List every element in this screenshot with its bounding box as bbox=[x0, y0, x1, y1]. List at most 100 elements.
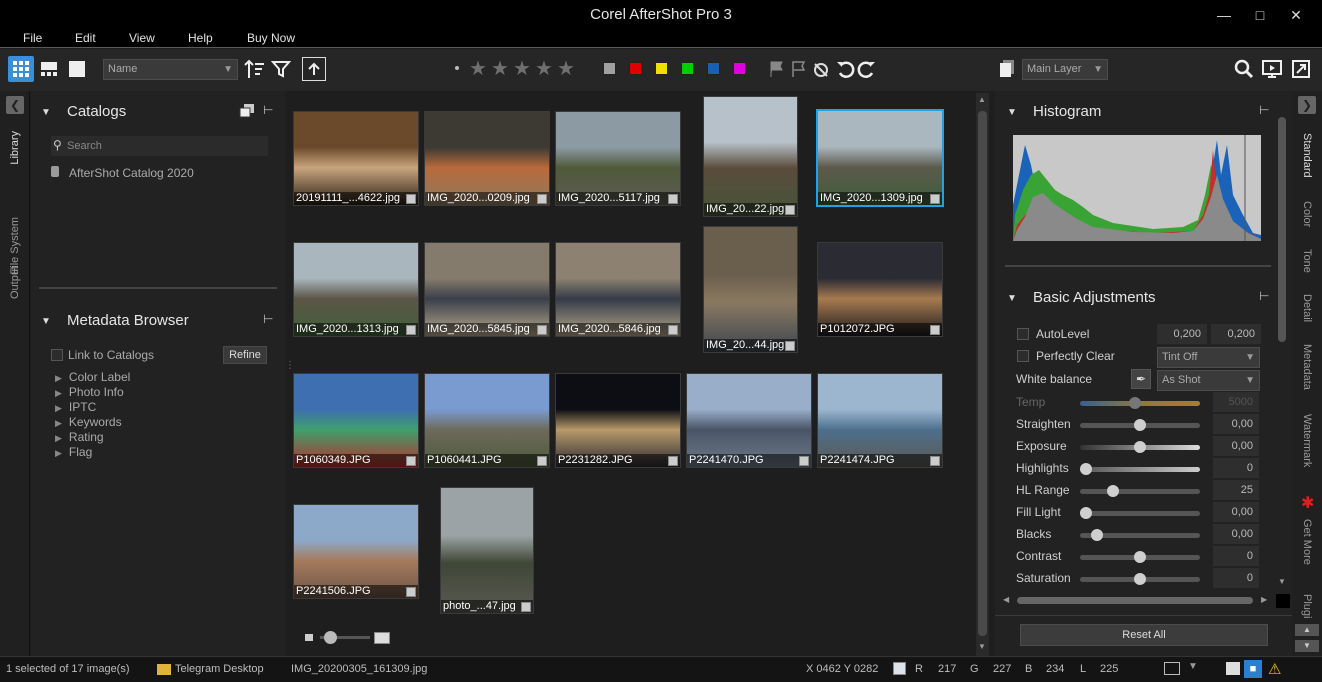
photo-thumbnail[interactable]: IMG_2020...5846.jpg bbox=[555, 242, 681, 337]
photo-thumbnail[interactable]: IMG_2020...0209.jpg bbox=[424, 111, 550, 206]
photo-thumbnail[interactable]: 20191111_...4622.jpg bbox=[293, 111, 419, 206]
scroll-up-icon[interactable]: ▲ bbox=[978, 95, 987, 105]
perfectly-clear-checkbox[interactable] bbox=[1017, 350, 1029, 362]
expand-arrow-icon[interactable]: ▶ bbox=[55, 433, 62, 443]
panel-scroll-thumb[interactable] bbox=[1278, 117, 1286, 342]
menu-view[interactable]: View bbox=[129, 30, 155, 47]
tab-detail[interactable]: Detail bbox=[1301, 294, 1313, 322]
photo-thumbnail[interactable]: IMG_20...22.jpg bbox=[703, 96, 798, 217]
adjust-value[interactable]: 0 bbox=[1213, 546, 1259, 566]
panel-divider[interactable] bbox=[39, 287, 277, 289]
adjust-slider[interactable] bbox=[1080, 573, 1200, 585]
minimize-icon[interactable]: — bbox=[1206, 0, 1242, 30]
tab-metadata[interactable]: Metadata bbox=[1301, 344, 1313, 390]
tint-select[interactable]: Tint Off ▼ bbox=[1157, 347, 1260, 368]
search-icon[interactable] bbox=[1231, 56, 1257, 82]
tab-scroll-up-icon[interactable]: ▲ bbox=[1295, 624, 1319, 636]
warning-icon[interactable]: ⚠ bbox=[1268, 660, 1281, 678]
single-view-icon[interactable] bbox=[64, 56, 90, 82]
color-label-green[interactable] bbox=[681, 62, 694, 75]
export-icon[interactable] bbox=[302, 57, 326, 81]
scroll-down-icon[interactable]: ▼ bbox=[1278, 577, 1286, 586]
chevron-down-icon[interactable]: ▼ bbox=[1188, 661, 1198, 672]
tab-color[interactable]: Color bbox=[1301, 201, 1313, 227]
adjust-value[interactable]: 0,00 bbox=[1213, 414, 1259, 434]
collapse-triangle-icon[interactable]: ▼ bbox=[1007, 107, 1017, 118]
adjust-slider[interactable] bbox=[1080, 419, 1200, 431]
current-folder[interactable]: Telegram Desktop bbox=[175, 663, 264, 675]
photo-thumbnail[interactable]: P2241470.JPG bbox=[686, 373, 812, 468]
tab-get-more[interactable]: Get More bbox=[1301, 519, 1313, 565]
tab-plugins[interactable]: Plugi bbox=[1301, 594, 1313, 618]
filter-icon[interactable] bbox=[268, 56, 294, 82]
scroll-left-icon[interactable]: ◀ bbox=[1003, 595, 1009, 604]
color-label-gray[interactable] bbox=[603, 62, 616, 75]
slider-knob[interactable] bbox=[1080, 463, 1092, 475]
sort-order-icon[interactable] bbox=[241, 56, 267, 82]
tab-output[interactable]: Output bbox=[9, 266, 21, 299]
eyedropper-icon[interactable]: ✒ bbox=[1131, 369, 1151, 389]
large-thumb-icon[interactable] bbox=[374, 632, 390, 644]
close-icon[interactable]: ✕ bbox=[1278, 0, 1314, 30]
adjust-slider[interactable] bbox=[1080, 463, 1200, 475]
adjust-value[interactable]: 0 bbox=[1213, 568, 1259, 588]
metadata-tree-item[interactable]: ▶ Flag bbox=[55, 445, 92, 459]
maximize-icon[interactable]: □ bbox=[1242, 0, 1278, 30]
photo-thumbnail[interactable]: IMG_2020...5117.jpg bbox=[555, 111, 681, 206]
expand-arrow-icon[interactable]: ▶ bbox=[55, 373, 62, 383]
adjust-value[interactable]: 0,00 bbox=[1213, 502, 1259, 522]
metadata-tree-item[interactable]: ▶ IPTC bbox=[55, 400, 96, 414]
adjust-value[interactable]: 0,00 bbox=[1213, 436, 1259, 456]
slider-knob[interactable] bbox=[1090, 529, 1103, 541]
lock-icon[interactable]: ■ bbox=[1244, 660, 1262, 678]
adjust-slider[interactable] bbox=[1080, 397, 1200, 409]
catalog-item[interactable]: AfterShot Catalog 2020 bbox=[69, 166, 194, 180]
collapse-left-icon[interactable]: ❮ bbox=[6, 96, 24, 114]
photo-thumbnail[interactable]: P2241474.JPG bbox=[817, 373, 943, 468]
grid-scrollbar[interactable]: ▲ ▼ bbox=[976, 93, 989, 656]
scroll-thumb[interactable] bbox=[978, 111, 987, 636]
menu-edit[interactable]: Edit bbox=[75, 30, 96, 47]
metadata-tree-item[interactable]: ▶ Color Label bbox=[55, 370, 130, 384]
white-balance-select[interactable]: As Shot ▼ bbox=[1157, 370, 1260, 391]
grid-view-icon[interactable] bbox=[8, 56, 34, 82]
color-label-magenta[interactable] bbox=[733, 62, 746, 75]
photo-thumbnail[interactable]: IMG_20...44.jpg bbox=[703, 226, 798, 353]
tab-library[interactable]: Library bbox=[9, 131, 21, 165]
slider-knob[interactable] bbox=[1134, 441, 1146, 453]
filmstrip-view-icon[interactable] bbox=[36, 56, 62, 82]
adjust-value[interactable]: 0 bbox=[1213, 458, 1259, 478]
panel-hscroll-thumb[interactable] bbox=[1017, 597, 1253, 604]
slider-knob[interactable] bbox=[1080, 507, 1092, 519]
catalog-search-input[interactable]: ⚲ Search bbox=[51, 136, 268, 156]
layout-icon[interactable] bbox=[1226, 662, 1240, 675]
menu-buy-now[interactable]: Buy Now bbox=[247, 30, 295, 47]
expand-arrow-icon[interactable]: ▶ bbox=[55, 418, 62, 428]
pin-icon[interactable]: ⊢ bbox=[1259, 103, 1269, 117]
photo-thumbnail[interactable]: P1060441.JPG bbox=[424, 373, 550, 468]
layer-select[interactable]: Main Layer ▼ bbox=[1022, 59, 1108, 80]
slider-knob[interactable] bbox=[1134, 419, 1146, 431]
tab-standard[interactable]: Standard bbox=[1301, 133, 1313, 178]
adjust-slider[interactable] bbox=[1080, 529, 1200, 541]
adjust-value[interactable]: 5000 bbox=[1213, 392, 1259, 412]
adjust-slider[interactable] bbox=[1080, 551, 1200, 563]
layers-icon[interactable] bbox=[994, 56, 1020, 82]
small-thumb-icon[interactable] bbox=[305, 634, 313, 641]
collapse-triangle-icon[interactable]: ▼ bbox=[41, 316, 51, 327]
tab-tone[interactable]: Tone bbox=[1301, 249, 1313, 273]
scroll-down-icon[interactable]: ▼ bbox=[978, 642, 987, 652]
adjust-value[interactable]: 0,00 bbox=[1213, 524, 1259, 544]
pin-icon[interactable]: ⊢ bbox=[263, 103, 273, 117]
adjust-value[interactable]: 25 bbox=[1213, 480, 1259, 500]
color-label-blue[interactable] bbox=[707, 62, 720, 75]
tab-watermark[interactable]: Watermark bbox=[1301, 414, 1313, 467]
scroll-right-icon[interactable]: ▶ bbox=[1261, 595, 1267, 604]
rotate-right-icon[interactable] bbox=[854, 56, 880, 82]
no-rating-dot-icon[interactable] bbox=[455, 66, 459, 70]
expand-arrow-icon[interactable]: ▶ bbox=[55, 388, 62, 398]
tab-scroll-down-icon[interactable]: ▼ bbox=[1295, 640, 1319, 652]
fullscreen-icon[interactable] bbox=[1288, 56, 1314, 82]
adjust-slider[interactable] bbox=[1080, 507, 1200, 519]
photo-thumbnail[interactable]: photo_...47.jpg bbox=[440, 487, 534, 614]
